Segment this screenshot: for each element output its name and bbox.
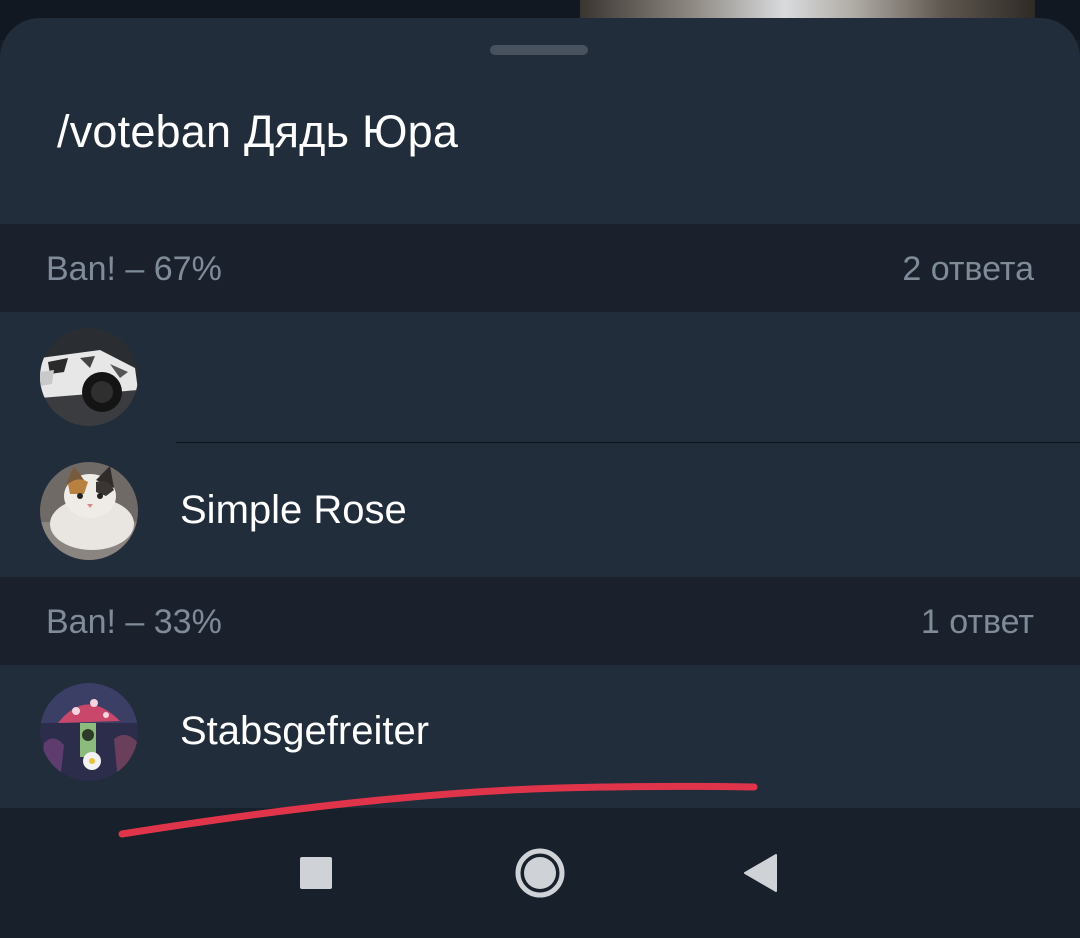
sheet-drag-handle[interactable]	[490, 45, 588, 55]
poll-title: /voteban Дядь Юра	[57, 106, 459, 157]
poll-results-sheet: /voteban Дядь Юра Ban! – 67% 2 ответа Si…	[0, 18, 1080, 808]
poll-option-answer-count: 2 ответа	[902, 250, 1034, 288]
voter-name: Stabsgefreiter	[180, 709, 430, 753]
poll-option-header: Ban! – 33% 1 ответ	[0, 577, 1080, 665]
voter-row[interactable]	[0, 312, 1080, 443]
poll-option-answer-count: 1 ответ	[920, 603, 1034, 641]
recents-button[interactable]	[281, 838, 351, 908]
mushroom-avatar-icon	[40, 683, 138, 781]
system-navigation-bar	[0, 808, 1080, 938]
cat-avatar-icon	[40, 462, 138, 560]
triangle-back-icon	[727, 838, 797, 908]
poll-option-label: Ban! – 33%	[46, 603, 222, 641]
poll-option-label: Ban! – 67%	[46, 250, 222, 288]
poll-option-header: Ban! – 67% 2 ответа	[0, 224, 1080, 312]
car-avatar-icon	[40, 328, 138, 426]
back-button[interactable]	[727, 838, 797, 908]
home-button[interactable]	[505, 838, 575, 908]
circle-icon	[505, 838, 575, 908]
voter-name: Simple Rose	[180, 488, 407, 532]
voter-row[interactable]: Stabsgefreiter	[0, 665, 1080, 808]
voter-row[interactable]: Simple Rose	[0, 444, 1080, 576]
voter-divider	[176, 442, 1080, 443]
square-icon	[281, 838, 351, 908]
